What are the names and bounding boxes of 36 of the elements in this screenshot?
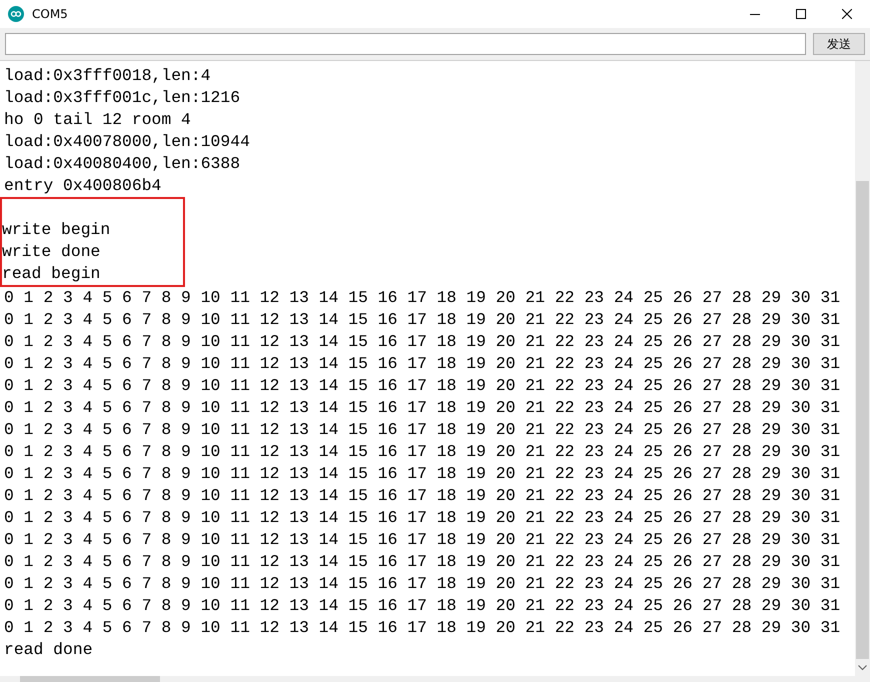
input-field[interactable] (5, 33, 806, 55)
output-line: 0 1 2 3 4 5 6 7 8 9 10 11 12 13 14 15 16 17 18 19 20 21 22 23 24 25 26 27 28 29 30 31 (4, 551, 842, 573)
output-line: 0 1 2 3 4 5 6 7 8 9 10 11 12 13 14 15 16 17 18 19 20 21 22 23 24 25 26 27 28 29 30 31 (4, 573, 842, 595)
vertical-scrollbar[interactable] (855, 61, 870, 676)
output-line: ho 0 tail 12 room 4 (4, 109, 192, 131)
output-line: load:0x40078000,len:10944 (4, 131, 251, 153)
output-line: read done (4, 639, 94, 661)
output-line: 0 1 2 3 4 5 6 7 8 9 10 11 12 13 14 15 16 17 18 19 20 21 22 23 24 25 26 27 28 29 30 31 (4, 331, 842, 353)
scrollbar-thumb[interactable] (856, 181, 869, 659)
maximize-icon (796, 9, 806, 19)
output-line: load:0x3fff001c,len:1216 (4, 87, 242, 109)
output-line: 0 1 2 3 4 5 6 7 8 9 10 11 12 13 14 15 16 17 18 19 20 21 22 23 24 25 26 27 28 29 30 31 (4, 529, 842, 551)
output-line: 0 1 2 3 4 5 6 7 8 9 10 11 12 13 14 15 16 17 18 19 20 21 22 23 24 25 26 27 28 29 30 31 (4, 485, 842, 507)
app-logo-icon (8, 6, 24, 22)
output-line: load:0x40080400,len:6388 (4, 153, 242, 175)
output-line: write done (2, 241, 102, 263)
output-line: 0 1 2 3 4 5 6 7 8 9 10 11 12 13 14 15 16 17 18 19 20 21 22 23 24 25 26 27 28 29 30 31 (4, 397, 842, 419)
output-line: 0 1 2 3 4 5 6 7 8 9 10 11 12 13 14 15 16 17 18 19 20 21 22 23 24 25 26 27 28 29 30 31 (4, 595, 842, 617)
output-line: 0 1 2 3 4 5 6 7 8 9 10 11 12 13 14 15 16 17 18 19 20 21 22 23 24 25 26 27 28 29 30 31 (4, 617, 842, 639)
output-line: 0 1 2 3 4 5 6 7 8 9 10 11 12 13 14 15 16 17 18 19 20 21 22 23 24 25 26 27 28 29 30 31 (4, 441, 842, 463)
output-line: load:0x3fff0018,len:4 (4, 65, 212, 87)
output-line: entry 0x400806b4 (4, 175, 162, 197)
output-line: write begin (2, 219, 112, 241)
send-button[interactable]: 发送 (813, 33, 865, 55)
output-line: 0 1 2 3 4 5 6 7 8 9 10 11 12 13 14 15 16 17 18 19 20 21 22 23 24 25 26 27 28 29 30 31 (4, 353, 842, 375)
window-title: COM5 (32, 7, 69, 21)
output-line: 0 1 2 3 4 5 6 7 8 9 10 11 12 13 14 15 16 17 18 19 20 21 22 23 24 25 26 27 28 29 30 31 (4, 309, 842, 331)
output-line: 0 1 2 3 4 5 6 7 8 9 10 11 12 13 14 15 16 17 18 19 20 21 22 23 24 25 26 27 28 29 30 31 (4, 419, 842, 441)
output-line: 0 1 2 3 4 5 6 7 8 9 10 11 12 13 14 15 16 17 18 19 20 21 22 23 24 25 26 27 28 29 30 31 (4, 463, 842, 485)
close-icon (842, 9, 852, 19)
output-line: 0 1 2 3 4 5 6 7 8 9 10 11 12 13 14 15 16 17 18 19 20 21 22 23 24 25 26 27 28 29 30 31 (4, 507, 842, 529)
output-line: read begin (2, 263, 102, 285)
horizontal-scrollbar-thumb[interactable] (20, 676, 160, 682)
output-line: 0 1 2 3 4 5 6 7 8 9 10 11 12 13 14 15 16 17 18 19 20 21 22 23 24 25 26 27 28 29 30 31 (4, 287, 842, 309)
scroll-down-icon[interactable] (858, 665, 867, 671)
output-line: 0 1 2 3 4 5 6 7 8 9 10 11 12 13 14 15 16 17 18 19 20 21 22 23 24 25 26 27 28 29 30 31 (4, 375, 842, 397)
